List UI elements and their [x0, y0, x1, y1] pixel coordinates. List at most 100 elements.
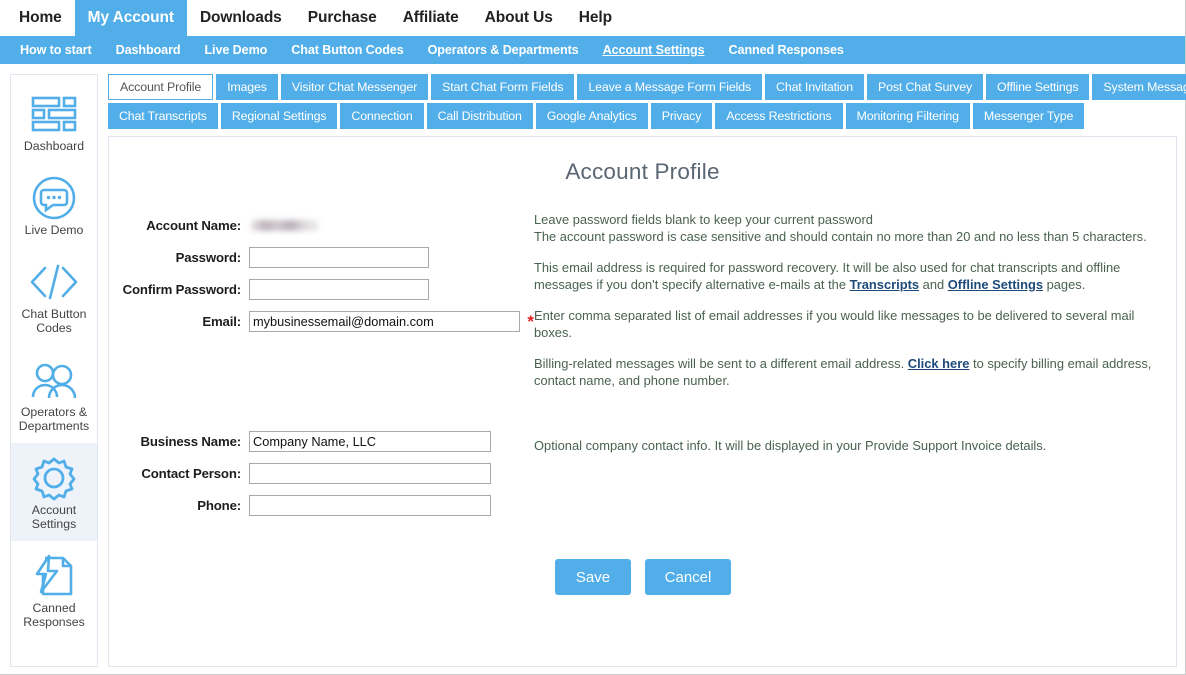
field-row-business-name: Business Name:: [109, 427, 534, 455]
label-contact-person: Contact Person:: [141, 465, 241, 481]
help-email-text-b: and: [919, 277, 948, 292]
subnav-item-live-demo[interactable]: Live Demo: [192, 43, 279, 57]
help-comma-separated: Enter comma separated list of email addr…: [534, 308, 1135, 340]
help-password: Leave password fields blank to keep your…: [534, 211, 1154, 245]
field-row-account-name: Account Name:: [109, 211, 534, 239]
form-actions: Save Cancel: [555, 559, 1176, 595]
sidebar-label-canned-responses: Canned Responses: [23, 601, 85, 629]
gear-icon: [15, 455, 93, 501]
required-asterisk-icon: *: [527, 311, 534, 331]
transcripts-link[interactable]: Transcripts: [850, 277, 920, 292]
field-row-confirm-password: Confirm Password:: [109, 275, 534, 303]
tab-monitoring-filtering[interactable]: Monitoring Filtering: [845, 103, 970, 129]
label-confirm-password: Confirm Password:: [122, 281, 242, 297]
account-profile-panel: Account Profile Account Name: Password:: [108, 136, 1177, 667]
settings-tab-row-2: Chat Transcripts Regional Settings Conne…: [108, 103, 1177, 129]
tab-start-chat-form-fields[interactable]: Start Chat Form Fields: [431, 74, 575, 100]
topnav-item-downloads[interactable]: Downloads: [187, 0, 295, 36]
topnav-item-my-account[interactable]: My Account: [74, 0, 187, 36]
tab-call-distribution[interactable]: Call Distribution: [426, 103, 533, 129]
tab-connection[interactable]: Connection: [340, 103, 424, 129]
label-account-name: Account Name:: [146, 217, 241, 233]
help-email-text-c: pages.: [1043, 277, 1086, 292]
topnav-item-about-us[interactable]: About Us: [472, 0, 566, 36]
click-here-link[interactable]: Click here: [908, 356, 970, 371]
label-password: Password:: [175, 249, 241, 265]
email-input[interactable]: [249, 310, 521, 332]
tab-regional-settings[interactable]: Regional Settings: [220, 103, 338, 129]
label-email: Email:: [202, 313, 241, 329]
tab-chat-invitation[interactable]: Chat Invitation: [765, 74, 864, 100]
business-name-input[interactable]: [249, 430, 491, 452]
form-column-left: Account Name: Password: Confirm Password…: [109, 211, 534, 523]
password-input[interactable]: [249, 246, 429, 268]
tab-offline-settings[interactable]: Offline Settings: [986, 74, 1090, 100]
help-billing-text-a: Billing-related messages will be sent to…: [534, 356, 908, 371]
help-password-line1: Leave password fields blank to keep your…: [534, 212, 873, 227]
form-column-right: Leave password fields blank to keep your…: [534, 211, 1176, 523]
tab-access-restrictions[interactable]: Access Restrictions: [715, 103, 843, 129]
code-brackets-icon: [15, 259, 93, 305]
sidebar-item-chat-button-codes[interactable]: Chat Button Codes: [11, 247, 97, 345]
topnav-item-affiliate[interactable]: Affiliate: [390, 0, 472, 36]
page-title: Account Profile: [565, 159, 720, 184]
tab-google-analytics[interactable]: Google Analytics: [535, 103, 648, 129]
sidebar-item-canned-responses[interactable]: Canned Responses: [11, 541, 97, 639]
tab-visitor-chat-messenger[interactable]: Visitor Chat Messenger: [280, 74, 429, 100]
help-password-line2: The account password is case sensitive a…: [534, 229, 1147, 244]
topnav-item-purchase[interactable]: Purchase: [295, 0, 390, 36]
field-row-email: Email: *: [109, 307, 534, 335]
dashboard-icon: [15, 91, 93, 137]
confirm-password-input[interactable]: [249, 278, 429, 300]
settings-tabs: Account Profile Images Visitor Chat Mess…: [108, 74, 1186, 136]
sidebar-item-dashboard[interactable]: Dashboard: [11, 79, 97, 163]
subnav-item-dashboard[interactable]: Dashboard: [104, 43, 193, 57]
tab-privacy[interactable]: Privacy: [650, 103, 713, 129]
tab-post-chat-survey[interactable]: Post Chat Survey: [867, 74, 984, 100]
contact-person-input[interactable]: [249, 462, 491, 484]
help-billing: Billing-related messages will be sent to…: [534, 355, 1154, 389]
account-name-value-redacted: [251, 219, 318, 231]
subnav-item-canned-responses[interactable]: Canned Responses: [717, 43, 856, 57]
sidebar-item-live-demo[interactable]: Live Demo: [11, 163, 97, 247]
content-column: Account Profile Images Visitor Chat Mess…: [108, 74, 1186, 667]
form-columns: Account Name: Password: Confirm Password…: [109, 211, 1176, 523]
sidebar-label-account-settings: Account Settings: [31, 503, 77, 531]
label-phone: Phone:: [197, 497, 241, 513]
body-wrapper: Dashboard Live Demo Chat Button Codes Op…: [0, 64, 1186, 675]
top-navigation: Home My Account Downloads Purchase Affil…: [0, 0, 1185, 36]
help-optional-company: Optional company contact info. It will b…: [534, 438, 1047, 453]
tab-account-profile[interactable]: Account Profile: [108, 74, 214, 100]
help-email-recovery: This email address is required for passw…: [534, 259, 1154, 293]
sidebar-label-dashboard: Dashboard: [23, 139, 85, 153]
field-row-contact-person: Contact Person:: [109, 459, 534, 487]
sidebar-item-operators-departments[interactable]: Operators & Departments: [11, 345, 97, 443]
tab-chat-transcripts[interactable]: Chat Transcripts: [108, 103, 218, 129]
sidebar-label-operators-departments: Operators & Departments: [18, 405, 90, 433]
subnav-item-operators-departments[interactable]: Operators & Departments: [416, 43, 591, 57]
phone-input[interactable]: [249, 494, 491, 516]
tab-images[interactable]: Images: [216, 74, 278, 100]
offline-settings-link[interactable]: Offline Settings: [948, 277, 1043, 292]
left-sidebar: Dashboard Live Demo Chat Button Codes Op…: [10, 74, 98, 667]
topnav-item-help[interactable]: Help: [566, 0, 625, 36]
cancel-button[interactable]: Cancel: [645, 559, 731, 595]
subnav-item-chat-button-codes[interactable]: Chat Button Codes: [279, 43, 415, 57]
topnav-item-home[interactable]: Home: [6, 0, 75, 36]
sub-navigation: How to start Dashboard Live Demo Chat Bu…: [0, 36, 1185, 64]
settings-tab-row-1: Account Profile Images Visitor Chat Mess…: [108, 74, 1186, 100]
subnav-item-account-settings[interactable]: Account Settings: [591, 43, 717, 57]
lightning-document-icon: [15, 553, 93, 599]
people-icon: [15, 357, 93, 403]
sidebar-label-live-demo: Live Demo: [24, 223, 84, 237]
subnav-item-how-to-start[interactable]: How to start: [8, 43, 104, 57]
sidebar-item-account-settings[interactable]: Account Settings: [11, 443, 97, 541]
form-gap: [109, 339, 534, 427]
tab-messenger-type[interactable]: Messenger Type: [972, 103, 1085, 129]
field-row-phone: Phone:: [109, 491, 534, 519]
tab-leave-a-message-form-fields[interactable]: Leave a Message Form Fields: [577, 74, 763, 100]
tab-system-messages[interactable]: System Messages: [1092, 74, 1186, 100]
chat-bubble-icon: [15, 175, 93, 221]
save-button[interactable]: Save: [555, 559, 631, 595]
page-root: Home My Account Downloads Purchase Affil…: [0, 0, 1186, 675]
